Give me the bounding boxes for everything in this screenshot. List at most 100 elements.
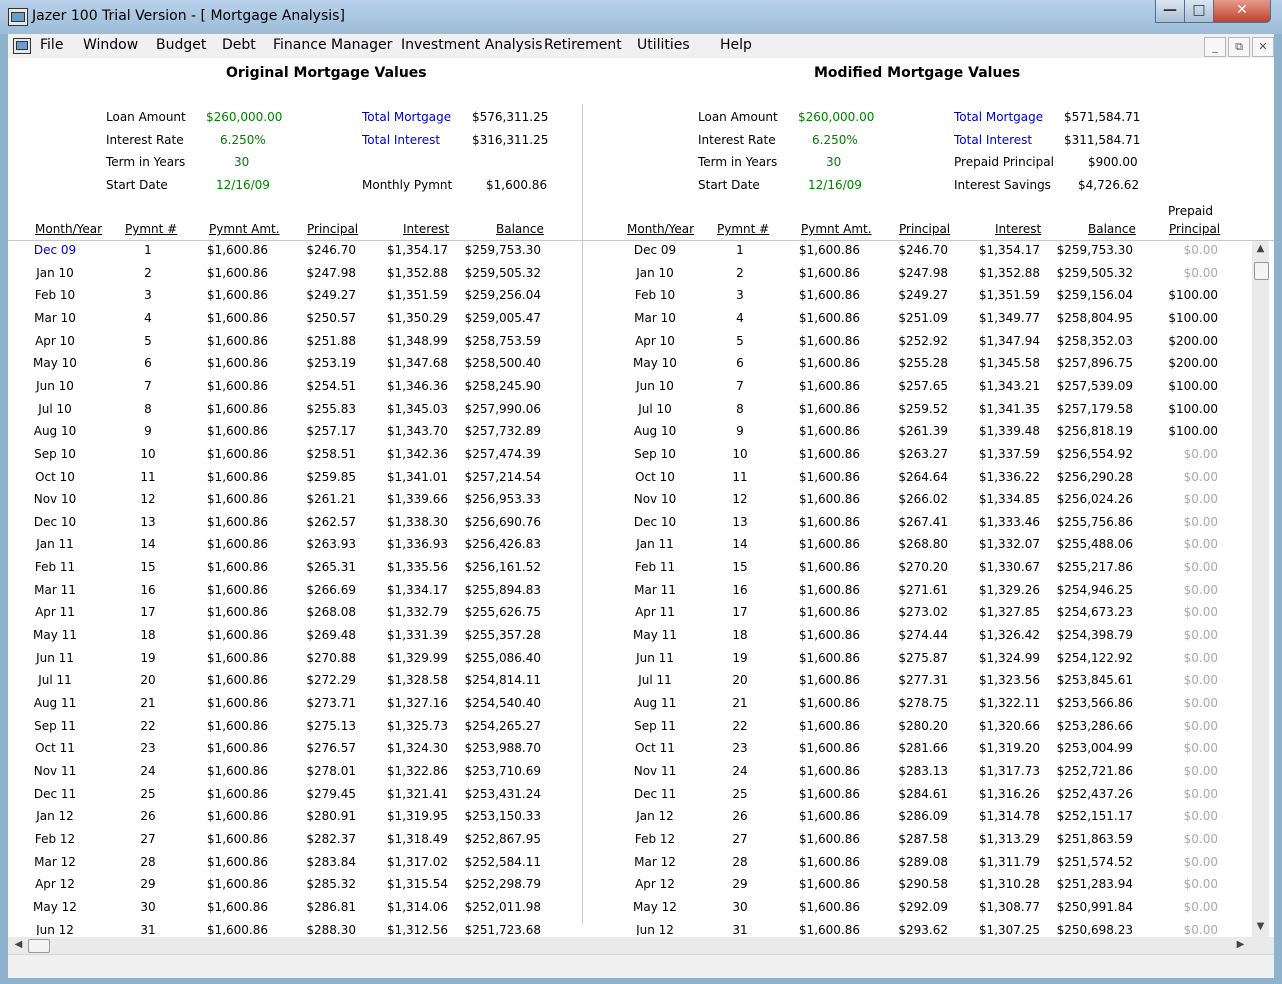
close-button[interactable]: ✕ bbox=[1213, 0, 1271, 23]
table-row[interactable]: Jul 10 8 $1,600.86 $255.83 $1,345.03 $257,990… bbox=[8, 402, 1248, 424]
table-row[interactable]: Jan 12 26 $1,600.86 $280.91 $1,319.95 $253,15… bbox=[8, 809, 1248, 831]
cell-interest-mod: $1,308.77 bbox=[978, 899, 1040, 914]
cell-month: May 10 bbox=[33, 356, 77, 371]
header-prepaid-line2[interactable]: Principal bbox=[1169, 222, 1220, 236]
header-pymnt-num-mod[interactable]: Pymnt # bbox=[717, 222, 769, 236]
cell-pymnt-amt: $1,600.86 bbox=[206, 673, 268, 688]
hscroll-thumb[interactable] bbox=[28, 939, 50, 953]
header-balance-mod[interactable]: Balance bbox=[1088, 222, 1136, 236]
cell-pymnt-num-mod: 7 bbox=[736, 378, 744, 393]
menu-retirement[interactable]: Retirement bbox=[544, 37, 622, 53]
cell-month: Dec 10 bbox=[33, 514, 77, 529]
table-row[interactable]: Dec 09 1 $1,600.86 $246.70 $1,354.17 $259,753… bbox=[8, 243, 1248, 265]
menu-help[interactable]: Help bbox=[720, 37, 752, 53]
table-row[interactable]: Jun 12 31 $1,600.86 $288.30 $1,312.56 $251,72… bbox=[8, 923, 1248, 936]
mod-total-mortgage-label: Total Mortgage bbox=[954, 110, 1044, 124]
menu-window[interactable]: Window bbox=[83, 37, 138, 53]
header-pymnt-num[interactable]: Pymnt # bbox=[125, 222, 177, 236]
minimize-button[interactable]: — bbox=[1155, 0, 1185, 23]
table-row[interactable]: Apr 10 5 $1,600.86 $251.88 $1,348.99 $258,753… bbox=[8, 334, 1248, 356]
header-interest-mod[interactable]: Interest bbox=[995, 222, 1041, 236]
table-row[interactable]: Dec 11 25 $1,600.86 $279.45 $1,321.41 $253,43… bbox=[8, 787, 1248, 809]
horizontal-scrollbar[interactable]: ◀ ▶ bbox=[8, 937, 1252, 954]
header-interest[interactable]: Interest bbox=[403, 222, 449, 236]
table-row[interactable]: Jan 10 2 $1,600.86 $247.98 $1,352.88 $259,505… bbox=[8, 266, 1248, 288]
table-row[interactable]: Dec 10 13 $1,600.86 $262.57 $1,338.30 $256,69… bbox=[8, 515, 1248, 537]
cell-pymnt-amt-mod: $1,600.86 bbox=[798, 514, 860, 529]
header-month-year[interactable]: Month/Year bbox=[35, 222, 102, 236]
header-month-year-mod[interactable]: Month/Year bbox=[627, 222, 694, 236]
menu-utilities[interactable]: Utilities bbox=[637, 37, 690, 53]
table-row[interactable]: Aug 11 21 $1,600.86 $273.71 $1,327.16 $254,54… bbox=[8, 696, 1248, 718]
header-principal-mod[interactable]: Principal bbox=[899, 222, 950, 236]
scroll-corner bbox=[1252, 937, 1274, 954]
cell-balance-mod: $257,539.09 bbox=[1056, 378, 1133, 393]
scroll-right-icon[interactable]: ▶ bbox=[1232, 937, 1249, 953]
mod-term-label: Term in Years bbox=[698, 155, 778, 169]
scroll-up-icon[interactable]: ▲ bbox=[1252, 241, 1269, 257]
cell-prepaid-principal: $0.00 bbox=[1183, 446, 1218, 461]
table-row[interactable]: Nov 11 24 $1,600.86 $278.01 $1,322.86 $253,71… bbox=[8, 764, 1248, 786]
table-row[interactable]: Sep 11 22 $1,600.86 $275.13 $1,325.73 $254,26… bbox=[8, 719, 1248, 741]
cell-balance: $259,505.32 bbox=[464, 265, 541, 280]
cell-interest: $1,315.54 bbox=[386, 877, 448, 892]
header-balance[interactable]: Balance bbox=[496, 222, 544, 236]
cell-principal-mod: $293.62 bbox=[898, 922, 948, 936]
document-icon[interactable] bbox=[13, 38, 31, 54]
cell-interest-mod: $1,349.77 bbox=[978, 310, 1040, 325]
table-row[interactable]: Feb 10 3 $1,600.86 $249.27 $1,351.59 $259,256… bbox=[8, 288, 1248, 310]
cell-pymnt-num-mod: 25 bbox=[732, 786, 748, 801]
mod-start-date-label: Start Date bbox=[698, 178, 760, 192]
scroll-thumb[interactable] bbox=[1254, 262, 1269, 280]
table-row[interactable]: Mar 11 16 $1,600.86 $266.69 $1,334.17 $255,89… bbox=[8, 583, 1248, 605]
table-row[interactable]: Aug 10 9 $1,600.86 $257.17 $1,343.70 $257,732… bbox=[8, 424, 1248, 446]
menu-debt[interactable]: Debt bbox=[222, 37, 256, 53]
scroll-down-icon[interactable]: ▼ bbox=[1252, 919, 1269, 935]
orig-total-mortgage: $576,311.25 bbox=[472, 110, 549, 124]
menu-finance-manager[interactable]: Finance Manager bbox=[273, 37, 392, 53]
table-row[interactable]: Jan 11 14 $1,600.86 $263.93 $1,336.93 $256,42… bbox=[8, 537, 1248, 559]
cell-pymnt-amt: $1,600.86 bbox=[206, 514, 268, 529]
table-row[interactable]: Apr 12 29 $1,600.86 $285.32 $1,315.54 $252,29… bbox=[8, 877, 1248, 899]
cell-pymnt-num-mod: 5 bbox=[736, 333, 744, 348]
cell-interest-mod: $1,343.21 bbox=[978, 378, 1040, 393]
table-row[interactable]: Nov 10 12 $1,600.86 $261.21 $1,339.66 $256,95… bbox=[8, 492, 1248, 514]
cell-pymnt-num-mod: 16 bbox=[732, 582, 748, 597]
menu-investment-analysis[interactable]: Investment Analysis bbox=[401, 37, 542, 53]
table-row[interactable]: Sep 10 10 $1,600.86 $258.51 $1,342.36 $257,47… bbox=[8, 447, 1248, 469]
cell-principal: $246.70 bbox=[306, 243, 356, 257]
table-row[interactable]: May 11 18 $1,600.86 $269.48 $1,331.39 $255,35… bbox=[8, 628, 1248, 650]
menu-budget[interactable]: Budget bbox=[156, 37, 206, 53]
mod-prepaid-principal-label: Prepaid Principal bbox=[954, 155, 1054, 169]
table-row[interactable]: Mar 12 28 $1,600.86 $283.84 $1,317.02 $252,58… bbox=[8, 855, 1248, 877]
cell-pymnt-num-mod: 6 bbox=[736, 356, 744, 371]
cell-pymnt-num: 20 bbox=[140, 673, 156, 688]
cell-balance: $253,710.69 bbox=[464, 763, 541, 778]
cell-interest-mod: $1,332.07 bbox=[978, 537, 1040, 552]
header-pymnt-amt-mod[interactable]: Pymnt Amt. bbox=[801, 222, 872, 236]
cell-month-mod: Apr 11 bbox=[635, 605, 675, 620]
mdi-restore-button[interactable]: ⧉ bbox=[1228, 37, 1250, 57]
scroll-left-icon[interactable]: ◀ bbox=[10, 937, 27, 953]
mdi-close-button[interactable]: ✕ bbox=[1252, 37, 1274, 57]
vertical-scrollbar[interactable]: ▲ ▼ bbox=[1252, 241, 1269, 937]
table-row[interactable]: May 12 30 $1,600.86 $286.81 $1,314.06 $252,01… bbox=[8, 900, 1248, 922]
mdi-minimize-button[interactable]: _ bbox=[1204, 37, 1226, 57]
table-row[interactable]: Jul 11 20 $1,600.86 $272.29 $1,328.58 $254,81… bbox=[8, 673, 1248, 695]
table-row[interactable]: Jun 11 19 $1,600.86 $270.88 $1,329.99 $255,08… bbox=[8, 651, 1248, 673]
table-row[interactable]: May 10 6 $1,600.86 $253.19 $1,347.68 $258,500… bbox=[8, 356, 1248, 378]
cell-balance-mod: $254,673.23 bbox=[1056, 605, 1133, 620]
header-pymnt-amt[interactable]: Pymnt Amt. bbox=[209, 222, 280, 236]
maximize-button[interactable]: □ bbox=[1184, 0, 1214, 23]
menu-file[interactable]: File bbox=[40, 37, 63, 53]
table-row[interactable]: Feb 11 15 $1,600.86 $265.31 $1,335.56 $256,16… bbox=[8, 560, 1248, 582]
table-row[interactable]: Jun 10 7 $1,600.86 $254.51 $1,346.36 $258,245… bbox=[8, 379, 1248, 401]
table-row[interactable]: Apr 11 17 $1,600.86 $268.08 $1,332.79 $255,62… bbox=[8, 605, 1248, 627]
header-principal[interactable]: Principal bbox=[307, 222, 358, 236]
table-row[interactable]: Mar 10 4 $1,600.86 $250.57 $1,350.29 $259,005… bbox=[8, 311, 1248, 333]
table-row[interactable]: Oct 11 23 $1,600.86 $276.57 $1,324.30 $253,98… bbox=[8, 741, 1248, 763]
cell-interest: $1,334.17 bbox=[386, 582, 448, 597]
table-row[interactable]: Feb 12 27 $1,600.86 $282.37 $1,318.49 $252,86… bbox=[8, 832, 1248, 854]
table-row[interactable]: Oct 10 11 $1,600.86 $259.85 $1,341.01 $257,21… bbox=[8, 470, 1248, 492]
app-icon[interactable] bbox=[8, 8, 28, 26]
